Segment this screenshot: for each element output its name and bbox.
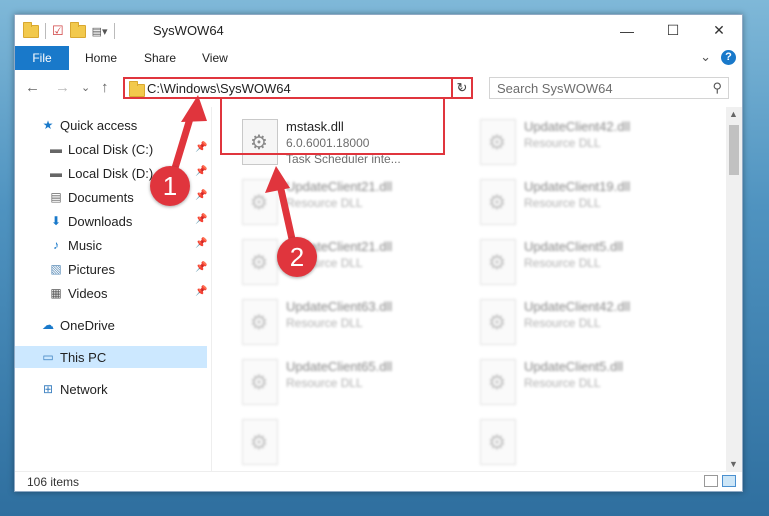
step-1-callout: 1 — [150, 166, 190, 206]
arrow-2-head — [265, 166, 290, 193]
annotation-arrows — [168, 95, 298, 252]
arrow-1-head — [181, 95, 207, 122]
step-2-callout: 2 — [277, 237, 317, 277]
